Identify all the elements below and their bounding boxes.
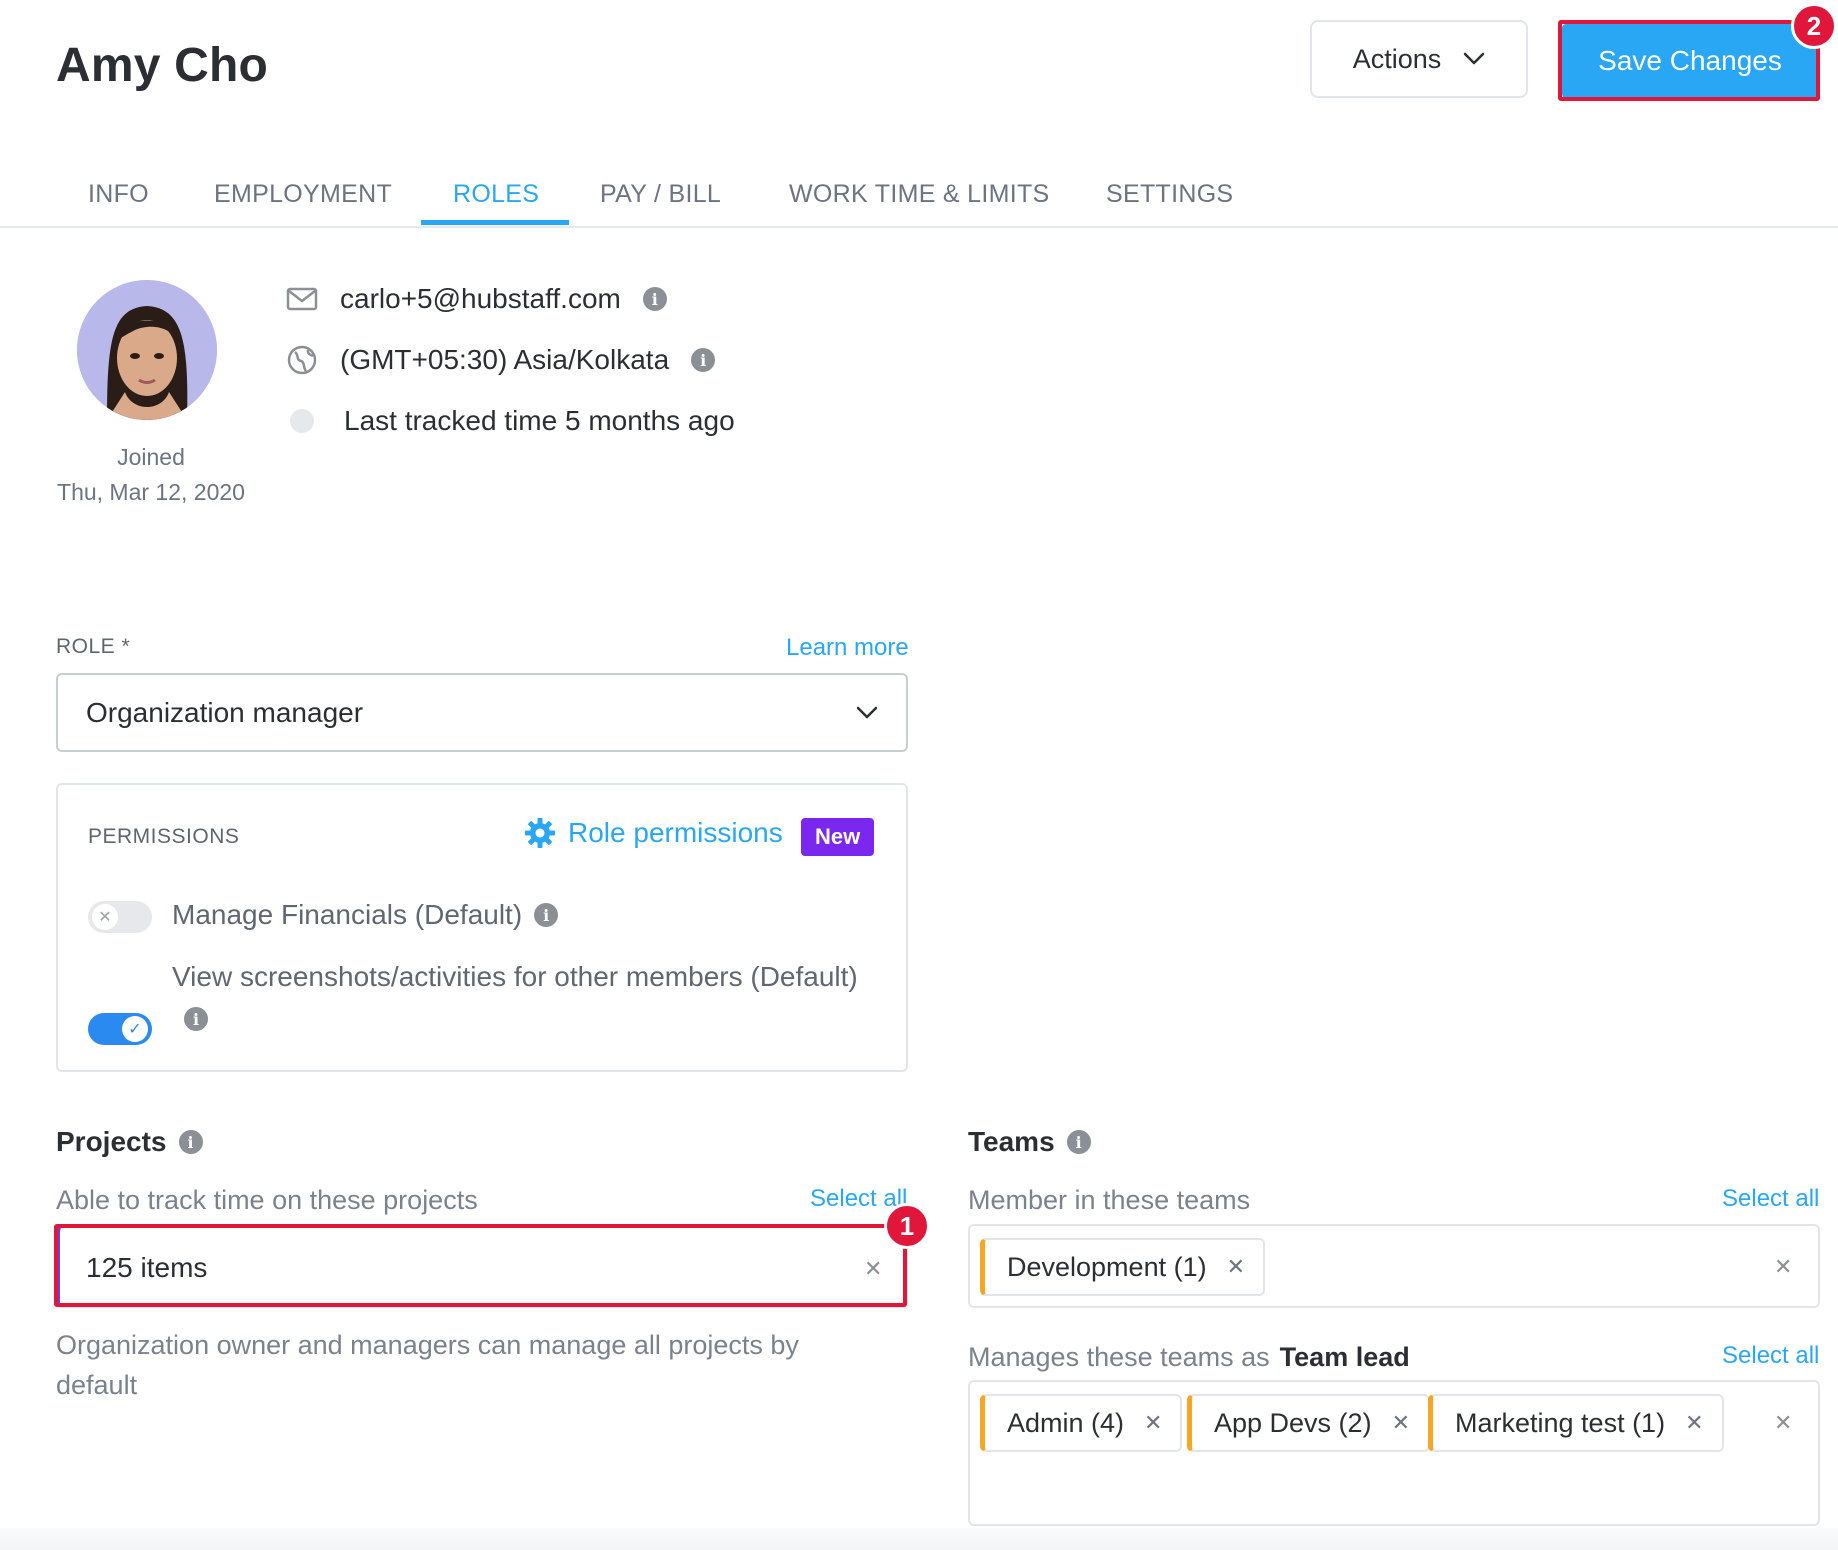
permission-label: View screenshots/activities for other me… — [172, 961, 858, 992]
team-chip: Development (1) ✕ — [980, 1238, 1266, 1296]
last-tracked-text: Last tracked time 5 months ago — [344, 405, 735, 436]
chevron-down-icon — [856, 706, 878, 718]
email-row: carlo+5@hubstaff.com i — [286, 283, 667, 315]
info-icon[interactable]: i — [1066, 1130, 1091, 1154]
teams-member-input[interactable]: Development (1) ✕ ✕ — [968, 1224, 1820, 1308]
actions-label: Actions — [1352, 43, 1442, 74]
manage-financials-toggle[interactable]: ✕ — [88, 901, 152, 933]
teams-lead-select-all-link[interactable]: Select all — [1722, 1342, 1819, 1370]
tab-work-time-limits[interactable]: WORK TIME & LIMITS — [789, 180, 1050, 209]
page-bottom-edge — [0, 1528, 1838, 1550]
team-chip-label: Marketing test (1) — [1455, 1407, 1666, 1438]
projects-sub-label: Able to track time on these projects — [56, 1185, 478, 1215]
timezone-row: (GMT+05:30) Asia/Kolkata i — [286, 344, 716, 376]
learn-more-link[interactable]: Learn more — [786, 634, 909, 662]
teams-title: Teams — [968, 1126, 1055, 1157]
permission-row-financials: Manage Financials (Default) i — [172, 899, 559, 931]
role-permissions-label: Role permissions — [568, 817, 783, 848]
timezone-text: (GMT+05:30) Asia/Kolkata — [340, 344, 670, 375]
info-icon[interactable]: i — [534, 903, 559, 927]
permissions-card: PERMISSIONS Role permissions New ✕ Manag… — [56, 783, 908, 1072]
remove-icon[interactable]: ✕ — [1685, 1410, 1703, 1436]
projects-highlight-box — [54, 1224, 907, 1307]
page-title: Amy Cho — [56, 39, 269, 92]
avatar — [77, 280, 217, 420]
role-select[interactable]: Organization manager — [56, 673, 908, 752]
remove-icon[interactable]: ✕ — [1227, 1254, 1245, 1280]
chevron-down-icon — [1464, 52, 1485, 65]
tab-info[interactable]: INFO — [88, 180, 149, 209]
active-tab-indicator — [421, 220, 569, 225]
permissions-title: PERMISSIONS — [88, 825, 240, 848]
view-screenshots-toggle[interactable]: ✓ — [88, 1013, 152, 1045]
actions-dropdown-button[interactable]: Actions — [1310, 20, 1528, 98]
tab-settings[interactable]: SETTINGS — [1106, 180, 1233, 209]
team-chip: Marketing test (1) ✕ — [1428, 1394, 1724, 1452]
gear-icon — [525, 818, 555, 848]
role-label: ROLE * — [56, 635, 131, 658]
clear-icon[interactable]: ✕ — [1774, 1410, 1792, 1436]
step-badge-1: 1 — [884, 1203, 930, 1249]
role-select-value: Organization manager — [86, 696, 364, 728]
clear-icon[interactable]: ✕ — [1774, 1254, 1792, 1280]
team-chip: Admin (4) ✕ — [980, 1394, 1183, 1452]
projects-note: Organization owner and managers can mana… — [56, 1330, 799, 1400]
tab-roles[interactable]: ROLES — [453, 180, 539, 209]
remove-icon[interactable]: ✕ — [1392, 1410, 1410, 1436]
last-tracked-row: Last tracked time 5 months ago — [286, 405, 735, 437]
teams-member-select-all-link[interactable]: Select all — [1722, 1185, 1819, 1213]
teams-lead-label: Manages these teams as Team lead — [968, 1342, 1410, 1373]
team-chip: App Devs (2) ✕ — [1187, 1394, 1430, 1452]
joined-label: Joined — [117, 444, 185, 470]
info-icon[interactable]: i — [691, 348, 716, 372]
joined-date: Thu, Mar 12, 2020 — [57, 479, 245, 505]
tab-bar: INFO EMPLOYMENT ROLES PAY / BILL WORK TI… — [0, 160, 1838, 228]
teams-member-label: Member in these teams — [968, 1185, 1251, 1215]
teams-lead-input[interactable]: Admin (4) ✕ App Devs (2) ✕ Marketing tes… — [968, 1380, 1820, 1526]
projects-section-title: Projects i — [56, 1126, 203, 1158]
permission-label: Manage Financials (Default) — [172, 899, 523, 930]
teams-lead-label-bold: Team lead — [1279, 1342, 1410, 1372]
info-icon[interactable]: i — [178, 1130, 203, 1154]
info-icon[interactable]: i — [184, 1007, 208, 1031]
tab-employment[interactable]: EMPLOYMENT — [214, 180, 392, 209]
globe-icon — [287, 345, 317, 375]
team-chip-label: App Devs (2) — [1214, 1407, 1372, 1438]
step-badge-2: 2 — [1791, 3, 1837, 49]
teams-lead-label-prefix: Manages these teams as — [968, 1342, 1270, 1372]
toggle-off-x-icon: ✕ — [92, 904, 118, 930]
toggle-on-check-icon: ✓ — [122, 1016, 148, 1042]
mail-icon — [286, 287, 318, 311]
projects-title: Projects — [56, 1126, 167, 1157]
tab-pay-bill[interactable]: PAY / BILL — [600, 180, 721, 209]
remove-icon[interactable]: ✕ — [1144, 1410, 1162, 1436]
team-chip-label: Admin (4) — [1007, 1407, 1125, 1438]
status-dot-icon — [290, 409, 314, 433]
new-badge: New — [801, 818, 875, 856]
email-text: carlo+5@hubstaff.com — [340, 283, 621, 314]
info-icon[interactable]: i — [642, 287, 667, 311]
team-chip-label: Development (1) — [1007, 1251, 1207, 1282]
save-changes-button[interactable]: Save Changes — [1562, 24, 1818, 98]
teams-section-title: Teams i — [968, 1126, 1091, 1158]
role-permissions-link[interactable]: Role permissions — [524, 817, 783, 849]
